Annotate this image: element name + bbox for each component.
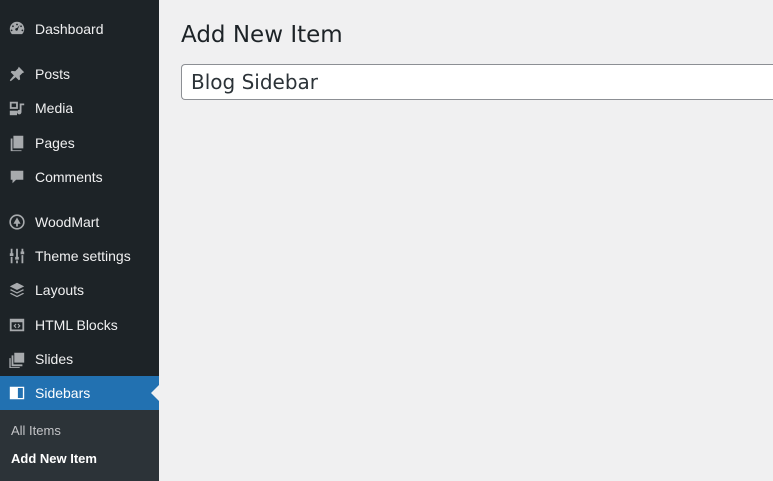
menu-item-pages[interactable]: Pages (0, 126, 159, 160)
menu-item-theme-settings[interactable]: Theme settings (0, 239, 159, 273)
menu-item-dashboard[interactable]: Dashboard (0, 12, 159, 46)
admin-sidebar: Dashboard Posts Media Pages Comments Woo… (0, 0, 159, 481)
menu-item-label: Comments (35, 169, 103, 185)
comment-icon (7, 167, 27, 187)
code-block-icon (7, 315, 27, 335)
main-content: Add New Item (159, 0, 773, 481)
menu-item-media[interactable]: Media (0, 91, 159, 125)
menu-item-sidebars[interactable]: Sidebars (0, 376, 159, 410)
menu-item-woodmart[interactable]: WoodMart (0, 205, 159, 239)
menu-item-label: Theme settings (35, 248, 131, 264)
layers-icon (7, 280, 27, 300)
menu-item-label: Sidebars (35, 385, 91, 401)
submenu-all-items[interactable]: All Items (11, 423, 61, 438)
menu-item-posts[interactable]: Posts (0, 57, 159, 91)
title-input[interactable] (181, 64, 773, 100)
woodmart-icon (7, 212, 27, 232)
menu-item-html-blocks[interactable]: HTML Blocks (0, 308, 159, 342)
menu-item-slides[interactable]: Slides (0, 342, 159, 376)
dashboard-icon (7, 19, 27, 39)
menu-item-label: Layouts (35, 282, 85, 298)
wp-admin-app: Dashboard Posts Media Pages Comments Woo… (0, 0, 773, 481)
sidebar-icon (7, 383, 27, 403)
media-icon (7, 98, 27, 118)
pin-icon (7, 64, 27, 84)
menu-item-comments[interactable]: Comments (0, 160, 159, 194)
page-title: Add New Item (181, 22, 343, 48)
menu-item-label: HTML Blocks (35, 317, 118, 333)
menu-item-label: WoodMart (35, 214, 100, 230)
submenu-add-new-item[interactable]: Add New Item (11, 451, 97, 466)
menu-item-label: Dashboard (35, 21, 104, 37)
sliders-icon (7, 246, 27, 266)
slides-icon (7, 349, 27, 369)
menu-item-label: Posts (35, 66, 71, 82)
menu-item-layouts[interactable]: Layouts (0, 273, 159, 307)
menu-item-label: Slides (35, 351, 74, 367)
menu-item-label: Pages (35, 135, 75, 151)
sidebars-submenu: All Items Add New Item (0, 410, 159, 481)
menu-item-label: Media (35, 100, 74, 116)
pages-icon (7, 133, 27, 153)
